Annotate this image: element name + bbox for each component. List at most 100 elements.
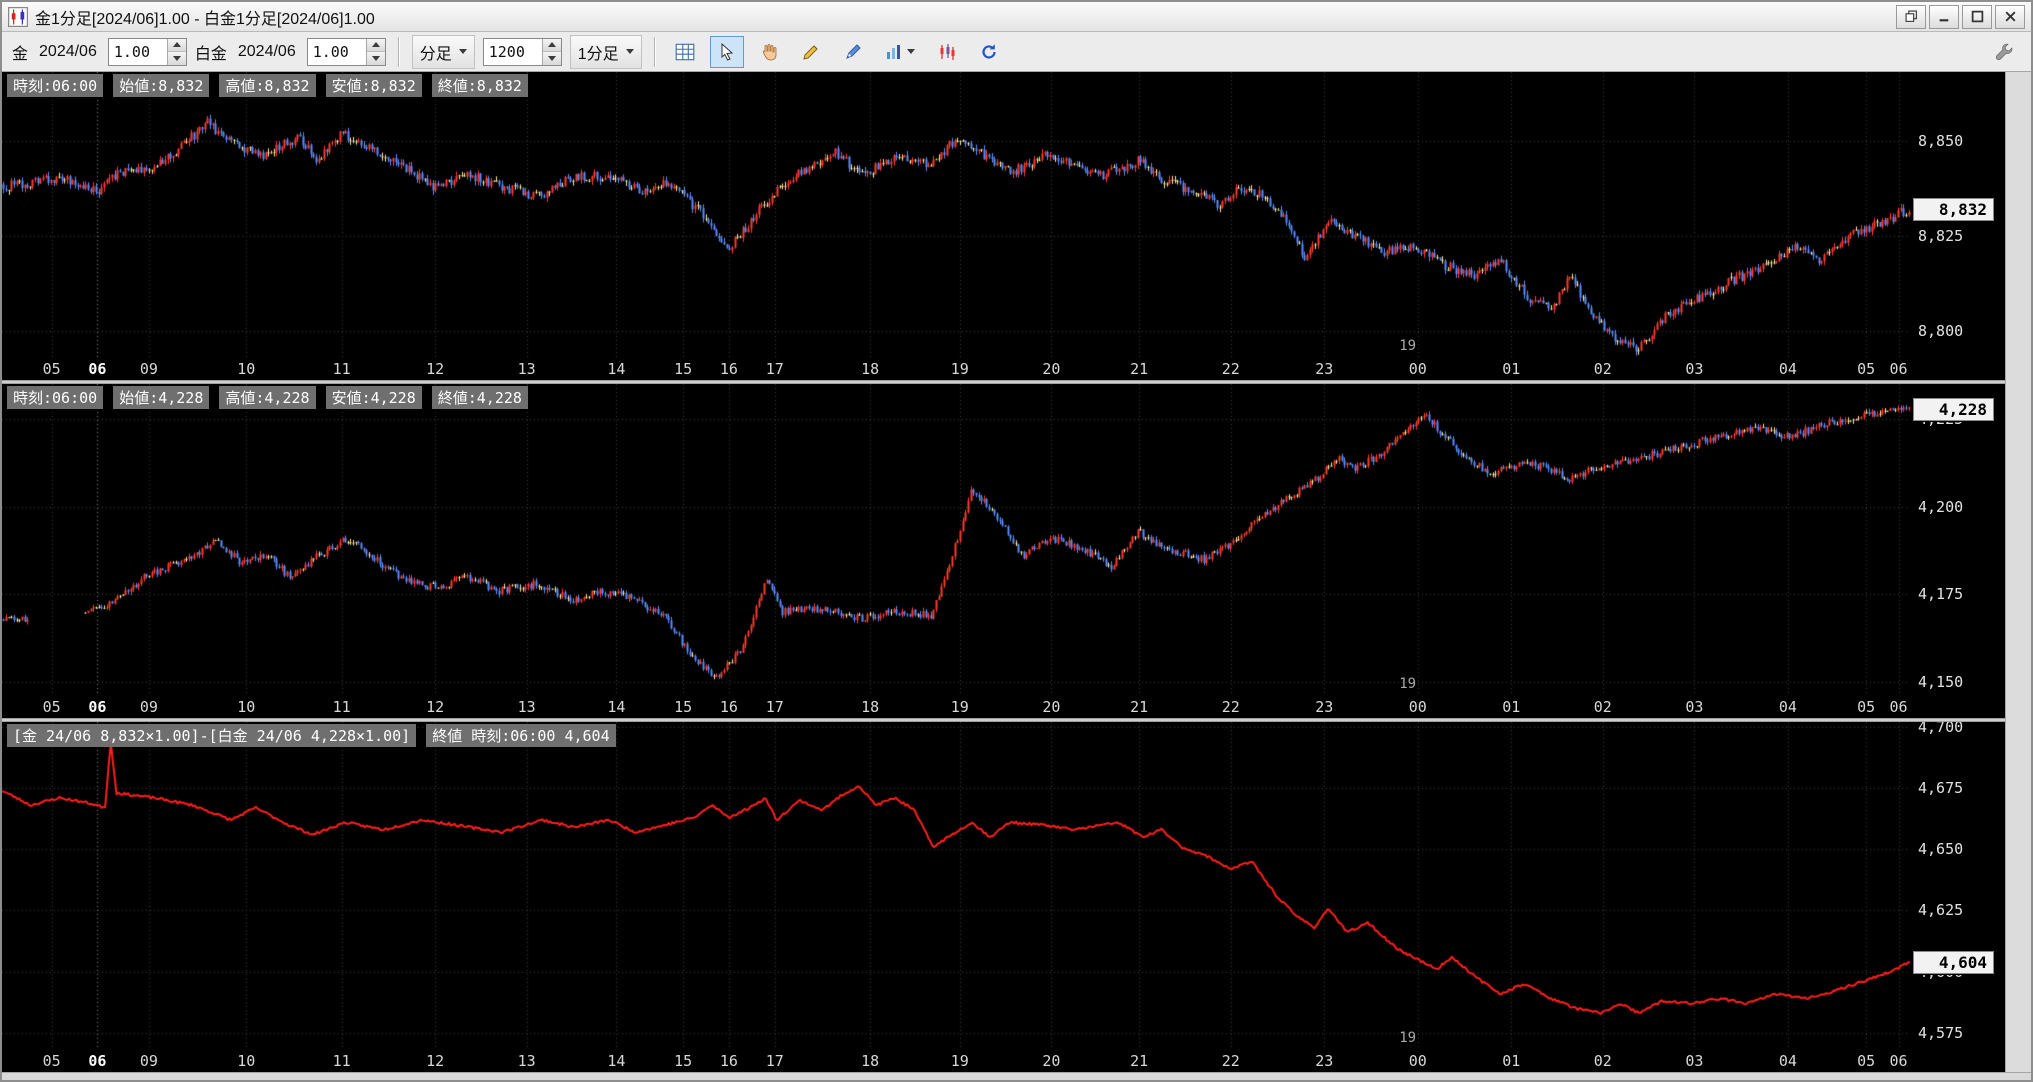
maximize-button[interactable] — [1962, 4, 1992, 29]
chart-info-segment: 安値:8,832 — [325, 74, 422, 97]
chart-info-bar: [金 24/06 8,832×1.00]-[白金 24/06 4,228×1.0… — [7, 724, 616, 747]
time-axis-label: 18 — [861, 698, 880, 716]
chart-info-segment: 終値 時刻:06:00 4,604 — [426, 724, 616, 747]
title-bar[interactable]: 金1分足[2024/06]1.00 - 白金1分足[2024/06]1.00 — [2, 2, 2031, 32]
time-axis-label: 22 — [1221, 1052, 1240, 1070]
platinum-multiplier-input[interactable] — [307, 38, 366, 65]
gold-multiplier-input[interactable] — [108, 38, 167, 65]
time-axis-label: 15 — [674, 1052, 693, 1070]
time-axis-label: 13 — [517, 360, 536, 378]
settings-button[interactable] — [1987, 36, 2021, 68]
candle-chart-button[interactable] — [930, 36, 964, 68]
pencil-tool-button[interactable] — [794, 36, 828, 68]
time-axis-label: 01 — [1502, 360, 1521, 378]
minimize-button[interactable] — [1929, 4, 1959, 29]
time-axis-label: 11 — [332, 698, 351, 716]
chart-panels: 時刻:06:00 始値:8,832 高値:8,832 安値:8,832 終値:8,832… — [2, 72, 2005, 1072]
chevron-down-icon — [458, 49, 467, 54]
time-axis-label: 19 — [950, 360, 969, 378]
platinum-multiplier-up-button[interactable] — [366, 38, 385, 52]
time-axis-label: 16 — [719, 360, 738, 378]
pen-tool-button[interactable] — [836, 36, 870, 68]
y-axis-label: 4,175 — [1918, 585, 1964, 604]
time-axis-label: 04 — [1778, 1052, 1797, 1070]
platinum-multiplier-spinner[interactable] — [306, 37, 386, 66]
time-axis-label: 19 — [950, 1052, 969, 1070]
chart-info-segment: 終値:8,832 — [431, 74, 528, 97]
chevron-down-icon — [625, 49, 634, 54]
chart-info-bar: 時刻:06:00 始値:8,832 高値:8,832 安値:8,832 終値:8,832 — [7, 74, 528, 97]
gold-chart-canvas[interactable] — [2, 72, 2005, 380]
time-axis-label: 18 — [861, 1052, 880, 1070]
bar-count-up-button[interactable] — [542, 38, 561, 52]
bar-interval-dropdown[interactable]: 1分足 — [569, 34, 642, 69]
time-axis-label: 23 — [1315, 360, 1334, 378]
gold-multiplier-down-button[interactable] — [167, 52, 186, 65]
time-axis-label: 12 — [426, 698, 445, 716]
gold-multiplier-spin-buttons — [166, 38, 186, 65]
chart-info-segment: 高値:8,832 — [219, 74, 316, 97]
time-axis-label: 09 — [139, 1052, 158, 1070]
date-marker: 19 — [1399, 338, 1417, 354]
chart-style-dropdown-button[interactable] — [878, 36, 922, 68]
time-axis-label: 10 — [237, 360, 256, 378]
time-axis-label: 20 — [1042, 360, 1061, 378]
platinum-contract-month[interactable]: 2024/06 — [235, 41, 299, 63]
date-marker: 19 — [1399, 676, 1417, 692]
time-axis-label: 05 — [42, 360, 61, 378]
quote-board-button[interactable] — [668, 36, 702, 68]
time-axis-label: 15 — [674, 698, 693, 716]
spinner-down-icon — [547, 55, 556, 61]
time-axis-label: 23 — [1315, 698, 1334, 716]
time-axis-label: 01 — [1502, 698, 1521, 716]
chart-info-bar: 時刻:06:00 始値:4,228 高値:4,228 安値:4,228 終値:4,228 — [7, 386, 528, 409]
bar-count-input[interactable] — [483, 38, 542, 65]
window-buttons — [1896, 4, 2025, 29]
gold-multiplier-up-button[interactable] — [167, 38, 186, 52]
platinum-chart-canvas[interactable] — [2, 384, 2005, 718]
float-window-button[interactable] — [1896, 4, 1926, 29]
cursor-icon — [721, 42, 733, 61]
window-border-bottom — [2, 1072, 2031, 1080]
y-axis-label: 4,700 — [1918, 722, 1964, 736]
hand-icon — [762, 43, 777, 60]
chart-info-segment: 時刻:06:00 — [7, 386, 104, 409]
hand-tool-button[interactable] — [752, 36, 786, 68]
chart-panel-gold: 時刻:06:00 始値:8,832 高値:8,832 安値:8,832 終値:8,832… — [2, 72, 2005, 380]
close-button[interactable] — [1995, 4, 2025, 29]
y-axis-label: 8,800 — [1918, 322, 1964, 341]
time-axis-label: 12 — [426, 360, 445, 378]
time-axis-label: 10 — [237, 698, 256, 716]
gold-contract-month[interactable]: 2024/06 — [36, 41, 100, 63]
chart-info-segment: 始値:8,832 — [113, 74, 210, 97]
bar-count-spinner[interactable] — [482, 37, 562, 66]
time-axis-label: 03 — [1685, 1052, 1704, 1070]
time-axis-label: 21 — [1130, 698, 1149, 716]
y-axis-label: 4,150 — [1918, 672, 1964, 691]
chart-info-segment: 安値:4,228 — [325, 386, 422, 409]
time-axis-label: 09 — [139, 360, 158, 378]
refresh-button[interactable] — [972, 36, 1006, 68]
platinum-multiplier-spin-buttons — [365, 38, 385, 65]
time-axis-label: 17 — [765, 698, 784, 716]
bar-count-down-button[interactable] — [542, 52, 561, 65]
cursor-tool-button[interactable] — [709, 35, 744, 68]
gold-symbol-label: 金 — [12, 45, 29, 63]
chart-info-segment: 始値:4,228 — [113, 386, 210, 409]
gold-multiplier-spinner[interactable] — [107, 37, 187, 66]
app-candlestick-icon — [8, 6, 28, 27]
chart-info-segment: 終値:4,228 — [431, 386, 528, 409]
platinum-multiplier-down-button[interactable] — [366, 52, 385, 65]
time-axis-label: 06 — [88, 698, 107, 716]
time-axis-label: 05 — [1857, 1052, 1876, 1070]
time-axis-label: 06 — [1889, 698, 1908, 716]
chart-info-segment: 時刻:06:00 — [7, 74, 104, 97]
time-axis-label: 04 — [1778, 698, 1797, 716]
spread-chart-canvas[interactable] — [2, 722, 2005, 1072]
date-marker: 19 — [1399, 1030, 1417, 1046]
time-axis-label: 00 — [1408, 1052, 1427, 1070]
y-axis-label: 4,650 — [1918, 840, 1964, 859]
grid-table-icon — [675, 43, 694, 60]
bar-type-dropdown[interactable]: 分足 — [411, 34, 475, 69]
time-axis-label: 20 — [1042, 698, 1061, 716]
